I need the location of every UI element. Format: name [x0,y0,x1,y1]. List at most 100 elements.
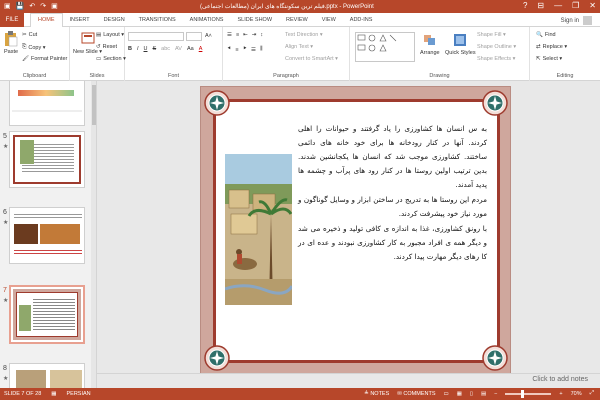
line-spacing-icon[interactable]: ↕ [260,32,263,38]
restore-button[interactable]: ❐ [572,1,579,10]
grow-font-button[interactable]: A˄ [205,33,212,39]
slide-counter: SLIDE 7 OF 28 [4,391,42,397]
slide-thumbnail-8[interactable] [9,363,85,388]
zoom-slider-thumb[interactable] [521,389,525,398]
arrange-button[interactable]: Arrange [420,32,440,56]
format-painter-button[interactable]: 🖌 Format Painter [22,56,67,62]
italic-button[interactable]: I [137,46,139,52]
tab-transitions[interactable]: TRANSITIONS [132,13,183,27]
editing-group-label: Editing [556,73,574,79]
reading-view-icon[interactable]: ▯ [470,391,473,397]
select-button[interactable]: ⇱ Select ▾ [536,56,562,62]
find-label: Find [544,32,556,38]
slide-thumbnail-6[interactable] [9,207,85,264]
slides-group: New Slide ▾ ▤ Layout ▾ ↺ Reset ▭ Section… [70,27,126,81]
copy-button[interactable]: ⎘ Copy ▾ [22,44,46,51]
undo-icon[interactable]: ↶ [29,2,35,10]
ribbon-options-icon[interactable]: ⊟ [537,1,544,10]
font-name-select[interactable] [128,32,184,41]
fit-to-window-icon[interactable]: ⤢ [590,390,594,397]
justify-icon[interactable]: ☰ [251,47,256,53]
align-left-icon[interactable]: ⯇ [227,46,231,53]
notes-pane[interactable]: Click to add notes [97,373,600,388]
font-color-button[interactable]: A [199,46,203,52]
shape-fill-button[interactable]: Shape Fill ▾ [477,32,506,38]
shape-effects-button[interactable]: Shape Effects ▾ [477,56,515,62]
cut-button[interactable]: ✂ Cut [22,32,37,38]
shapes-gallery[interactable] [355,32,415,62]
align-text-button[interactable]: Align Text ▾ [285,44,313,50]
save-icon[interactable]: 💾 [16,2,25,10]
change-case-button[interactable]: Aa [187,46,194,52]
slide-sorter-icon[interactable]: ▦ [457,391,462,397]
find-button[interactable]: 🔍 Find [536,32,556,38]
quick-styles-button[interactable]: Quick Styles [445,32,476,56]
slide-paragraph: با رونق کشاورزی، غذا به اندازه ی کافی تو… [298,224,487,261]
font-size-select[interactable] [186,32,202,41]
slide-body-text[interactable]: به س انسان ها کشاورزی را یاد گرفتند و حی… [298,122,487,265]
animation-star-icon: ★ [3,220,9,226]
slide-thumbnail-7[interactable] [9,285,85,344]
scrollbar-thumb[interactable] [92,85,96,125]
shape-outline-button[interactable]: Shape Outline ▾ [477,44,516,50]
avatar[interactable] [583,16,592,25]
tab-file[interactable]: FILE [0,13,24,27]
sign-in-link[interactable]: Sign in [561,16,592,25]
close-button[interactable]: ✕ [589,1,596,10]
help-button[interactable]: ? [523,1,527,10]
text-direction-button[interactable]: Text Direction ▾ [285,32,323,38]
thumbnail-image [40,224,80,244]
section-button[interactable]: ▭ Section ▾ [96,56,126,62]
tab-home[interactable]: HOME [30,13,63,27]
tab-view[interactable]: VIEW [315,13,343,27]
normal-view-icon[interactable]: ▭ [444,391,449,397]
increase-indent-icon[interactable]: ⇥ [252,32,257,38]
start-presentation-icon[interactable]: ▣ [51,2,58,10]
char-spacing-button[interactable]: AV [175,46,182,52]
paste-button[interactable]: Paste [4,31,18,55]
align-right-icon[interactable]: ⯈ [243,46,247,53]
tab-review[interactable]: REVIEW [279,13,315,27]
reset-label: Reset [102,44,117,50]
current-slide[interactable]: به س انسان ها کشاورزی را یاد گرفتند و حی… [200,86,511,374]
numbering-icon[interactable]: ≡ [236,32,239,38]
columns-icon[interactable]: ⫼ [260,46,263,53]
redo-icon[interactable]: ↷ [40,2,46,10]
slides-group-label: Slides [89,73,105,79]
slide-paragraph: به س انسان ها کشاورزی را یاد گرفتند و حی… [298,124,487,189]
font-group: A˄ B I U S abc AV Aa A Font [125,27,223,81]
shadow-button[interactable]: abc [161,46,170,52]
tab-animations[interactable]: ANIMATIONS [183,13,231,27]
comments-toggle[interactable]: ✉ COMMENTS [397,391,435,397]
bold-button[interactable]: B [128,46,132,52]
decrease-indent-icon[interactable]: ⇤ [243,32,248,38]
tab-design[interactable]: DESIGN [97,13,132,27]
language-indicator[interactable]: PERSIAN [67,391,91,397]
zoom-slider[interactable] [505,389,552,398]
minimize-button[interactable]: — [554,1,562,10]
zoom-in-button[interactable]: + [559,391,562,397]
tab-add-ins[interactable]: ADD-INS [343,13,380,27]
tab-insert[interactable]: INSERT [63,13,97,27]
replace-button[interactable]: ⇄ Replace ▾ [536,44,567,50]
spellcheck-icon[interactable]: ▦ [51,391,56,397]
reset-icon: ↺ [96,44,101,50]
sign-in-label[interactable]: Sign in [561,18,579,24]
slide-thumbnail-4[interactable] [9,81,85,126]
layout-button[interactable]: ▤ Layout ▾ [96,32,124,38]
section-icon: ▭ [96,56,102,62]
thumbnail-image [14,224,38,244]
reset-button[interactable]: ↺ Reset [96,44,117,50]
strikethrough-button[interactable]: S [153,46,157,52]
convert-smartart-button[interactable]: Convert to SmartArt ▾ [285,56,338,62]
zoom-level[interactable]: 70% [571,391,582,397]
bullets-icon[interactable]: ☰ [227,32,232,38]
tab-slide-show[interactable]: SLIDE SHOW [230,13,279,27]
slide-thumbnail-5[interactable] [9,131,85,188]
slideshow-view-icon[interactable]: ▤ [481,391,486,397]
underline-button[interactable]: U [144,46,148,52]
zoom-out-button[interactable]: − [494,391,497,397]
notes-toggle[interactable]: ≜ NOTES [364,391,389,397]
layout-icon: ▤ [96,32,102,38]
align-center-icon[interactable]: ≡ [235,47,238,53]
